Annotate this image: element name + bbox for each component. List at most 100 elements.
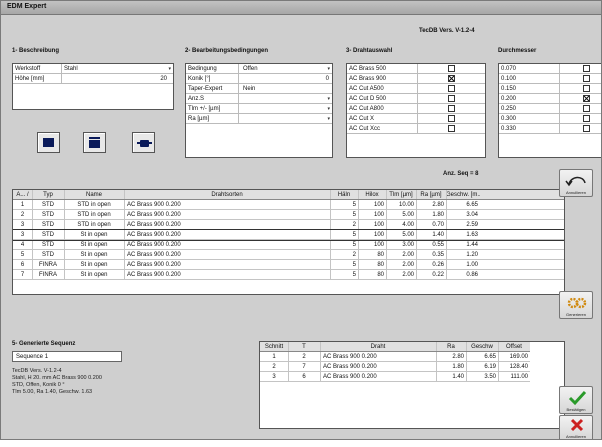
beschreibung-row[interactable]: Höhe [mm] 20 bbox=[13, 74, 173, 84]
durchmesser-item[interactable]: 0.250 bbox=[499, 104, 601, 114]
draht-checkbox[interactable] bbox=[448, 105, 455, 112]
draht-item[interactable]: AC Cut X bbox=[347, 114, 485, 124]
section-bearbeitung: 2- Bearbeitungsbedingungen bbox=[185, 48, 269, 54]
durchmesser-item[interactable]: 0.300 bbox=[499, 114, 601, 124]
grid-header-cell[interactable]: Name bbox=[64, 190, 124, 200]
bedingung-value[interactable] bbox=[241, 104, 301, 114]
grid-cell-hilox: 100 bbox=[373, 222, 384, 228]
grid-header-cell[interactable]: Geschw. [m... bbox=[446, 190, 480, 200]
grid-row[interactable]: 1 STD STD in open AC Brass 900 0.200 5 100 10.… bbox=[13, 200, 564, 210]
grid-cell-typ: STD bbox=[42, 222, 54, 228]
seq-header-cell[interactable]: T bbox=[288, 342, 320, 352]
seq-header-cell[interactable]: Draht bbox=[320, 342, 436, 352]
durchmesser-checkbox[interactable] bbox=[583, 105, 590, 112]
chevron-down-icon[interactable]: ▾ bbox=[168, 64, 171, 74]
durchmesser-item[interactable]: 0.200 bbox=[499, 94, 601, 104]
sequence-info-line: Tlm 5.00, Ra 1.40, Geschw. 1.63 bbox=[12, 389, 93, 395]
generated-sequence-table: Schnitt T Draht Ra Geschw Offset 1 2 AC Brass 90… bbox=[259, 341, 565, 429]
confirm-button[interactable]: Bestätigen bbox=[559, 386, 593, 414]
durchmesser-checkbox[interactable] bbox=[583, 85, 590, 92]
grid-cell-draht: AC Brass 900 0.200 bbox=[127, 272, 181, 278]
chevron-down-icon[interactable]: ▾ bbox=[327, 64, 330, 74]
draht-checkbox[interactable] bbox=[448, 75, 455, 82]
cancel-button[interactable]: Annullieren bbox=[559, 415, 593, 439]
grid-row[interactable]: 3 STD St in open AC Brass 900 0.200 5 100 5.00… bbox=[13, 229, 564, 241]
bedingung-row[interactable]: Bedingung Offen ▾ bbox=[186, 64, 332, 74]
grid-row[interactable]: 6 FINRA St in open AC Brass 900 0.200 5 80 2.0… bbox=[13, 260, 564, 270]
beschreibung-value[interactable]: 20 bbox=[62, 74, 170, 84]
draht-item[interactable]: AC Brass 900 bbox=[347, 74, 485, 84]
bedingung-row[interactable]: Ra [µm] ▾ bbox=[186, 114, 332, 124]
undo-button[interactable]: Annullieren bbox=[559, 169, 593, 197]
draht-checkbox[interactable] bbox=[448, 95, 455, 102]
beschreibung-value[interactable]: Stahl bbox=[62, 64, 170, 74]
draht-item[interactable]: AC Cut Xcc bbox=[347, 124, 485, 134]
grid-row[interactable]: 4 STD St in open AC Brass 900 0.200 5 100 3.00… bbox=[13, 240, 564, 250]
draht-checkbox[interactable] bbox=[448, 65, 455, 72]
draht-item[interactable]: AC Cut A500 bbox=[347, 84, 485, 94]
grid-header-cell[interactable]: Häln bbox=[330, 190, 358, 200]
grid-row[interactable]: 2 STD STD in open AC Brass 900 0.200 5 100 5.0… bbox=[13, 210, 564, 220]
bedingung-value[interactable]: Offen bbox=[241, 64, 301, 74]
seq-header-cell[interactable]: Geschw bbox=[466, 342, 498, 352]
generate-button[interactable]: Generieren bbox=[559, 291, 593, 319]
grid-header-cell[interactable]: Typ bbox=[32, 190, 64, 200]
grid-row[interactable]: 7 FINRA St in open AC Brass 900 0.200 5 80 2.0… bbox=[13, 270, 564, 280]
grid-header-cell[interactable]: Ra [µm] bbox=[416, 190, 446, 200]
chevron-down-icon[interactable]: ▾ bbox=[327, 104, 330, 114]
sequence-name-field[interactable]: Sequence 1 bbox=[12, 351, 122, 362]
draht-checkbox[interactable] bbox=[448, 125, 455, 132]
bedingung-value[interactable]: Nein bbox=[241, 84, 301, 94]
bedingung-label: Bedingung bbox=[188, 66, 217, 72]
durchmesser-panel: 0.070 0.100 0.150 0.200 0.250 0.300 0.330 bbox=[498, 63, 601, 158]
draht-checkbox[interactable] bbox=[448, 85, 455, 92]
bedingung-row[interactable]: Taper-Expert Nein bbox=[186, 84, 332, 94]
shape-button-taper[interactable] bbox=[83, 132, 106, 153]
seq-cell-t: 2 bbox=[302, 354, 306, 360]
grid-cell-hilox: 100 bbox=[373, 212, 384, 218]
durchmesser-item[interactable]: 0.070 bbox=[499, 64, 601, 74]
bedingung-extra: 0 bbox=[325, 76, 329, 82]
bedingung-row[interactable]: Tlm +/- [µm] ▾ bbox=[186, 104, 332, 114]
durchmesser-checkbox[interactable] bbox=[583, 75, 590, 82]
grid-header-cell[interactable]: A... / bbox=[13, 190, 32, 200]
bedingung-row[interactable]: Anz.S ▾ bbox=[186, 94, 332, 104]
draht-checkbox[interactable] bbox=[448, 115, 455, 122]
draht-item[interactable]: AC Brass 500 bbox=[347, 64, 485, 74]
chevron-down-icon[interactable]: ▾ bbox=[327, 94, 330, 104]
durchmesser-item[interactable]: 0.100 bbox=[499, 74, 601, 84]
grid-cell-geschw: 0.86 bbox=[466, 272, 478, 278]
grid-header-cell[interactable]: Drahtsorten bbox=[124, 190, 330, 200]
chevron-down-icon[interactable]: ▾ bbox=[327, 114, 330, 124]
grid-cell-draht: AC Brass 900 0.200 bbox=[127, 222, 181, 228]
seq-header-cell[interactable]: Schnitt bbox=[260, 342, 288, 352]
draht-item[interactable]: AC Cut A800 bbox=[347, 104, 485, 114]
durchmesser-checkbox[interactable] bbox=[583, 125, 590, 132]
bedingung-row[interactable]: Konik [°] 0 bbox=[186, 74, 332, 84]
seq-row[interactable]: 3 6 AC Brass 900 0.200 1.40 3.50 111.00 bbox=[260, 372, 530, 382]
durchmesser-checkbox[interactable] bbox=[583, 95, 590, 102]
grid-cell-hlin: 2 bbox=[352, 252, 356, 258]
seq-header-cell[interactable]: Offset bbox=[498, 342, 530, 352]
shape-button-cylindrical[interactable] bbox=[37, 132, 60, 153]
seq-cell-schnitt: 3 bbox=[272, 374, 276, 380]
sequence-info-line: Stahl, H 20. mm AC Brass 900 0.200 bbox=[12, 375, 102, 381]
draht-name: AC Cut Xcc bbox=[349, 126, 381, 132]
bedingung-value[interactable] bbox=[241, 94, 301, 104]
seq-row[interactable]: 1 2 AC Brass 900 0.200 2.80 6.65 169.00 bbox=[260, 352, 530, 362]
bedingung-value[interactable] bbox=[241, 114, 301, 124]
draht-item[interactable]: AC Cut D 500 bbox=[347, 94, 485, 104]
durchmesser-item[interactable]: 0.330 bbox=[499, 124, 601, 134]
durchmesser-checkbox[interactable] bbox=[583, 115, 590, 122]
grid-header-cell[interactable]: Tlm [µm] bbox=[386, 190, 416, 200]
grid-row[interactable]: 3 STD STD in open AC Brass 900 0.200 2 100 4.0… bbox=[13, 220, 564, 230]
shape-button-insert[interactable] bbox=[132, 132, 155, 153]
grid-row[interactable]: 5 STD St in open AC Brass 900 0.200 2 80 2.00 0… bbox=[13, 250, 564, 260]
beschreibung-row[interactable]: Werkstoff Stahl ▾ bbox=[13, 64, 173, 74]
bedingung-value[interactable] bbox=[241, 74, 301, 84]
seq-header-cell[interactable]: Ra bbox=[436, 342, 466, 352]
durchmesser-checkbox[interactable] bbox=[583, 65, 590, 72]
durchmesser-item[interactable]: 0.150 bbox=[499, 84, 601, 94]
grid-header-cell[interactable]: Hilox bbox=[358, 190, 386, 200]
seq-row[interactable]: 2 7 AC Brass 900 0.200 1.80 6.19 128.40 bbox=[260, 362, 530, 372]
